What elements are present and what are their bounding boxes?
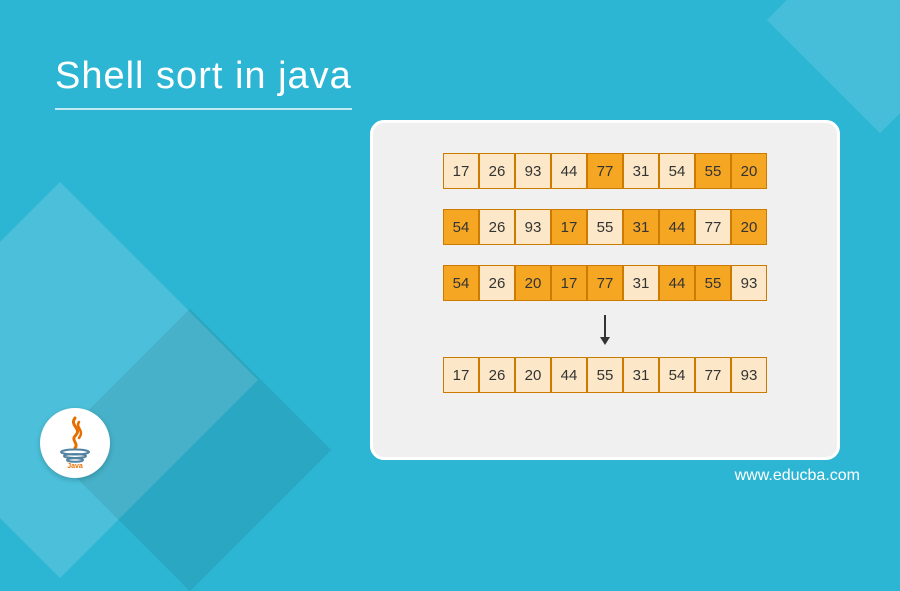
svg-text:Java: Java bbox=[67, 463, 83, 470]
array-cell: 26 bbox=[479, 209, 515, 245]
array-cell: 44 bbox=[551, 357, 587, 393]
array-cell: 77 bbox=[587, 153, 623, 189]
java-logo: Java bbox=[40, 408, 110, 478]
array-cell: 26 bbox=[479, 153, 515, 189]
array-cell: 55 bbox=[587, 209, 623, 245]
array-cell: 55 bbox=[695, 265, 731, 301]
array-cell: 54 bbox=[659, 357, 695, 393]
array-cell: 31 bbox=[623, 265, 659, 301]
array-row-1: 172693447731545520 bbox=[443, 153, 767, 189]
array-cell: 54 bbox=[443, 209, 479, 245]
array-cell: 93 bbox=[515, 209, 551, 245]
array-row-4: 172620445531547793 bbox=[443, 357, 767, 393]
domain-text: www.educba.com bbox=[735, 467, 860, 485]
array-cell: 20 bbox=[515, 265, 551, 301]
array-cell: 31 bbox=[623, 357, 659, 393]
page-title: Shell sort in java bbox=[55, 55, 352, 110]
array-cell: 93 bbox=[515, 153, 551, 189]
array-cell: 93 bbox=[731, 357, 767, 393]
diagram-panel: 172693447731545520 542693175531447720 54… bbox=[370, 120, 840, 460]
array-cell: 44 bbox=[659, 265, 695, 301]
array-cell: 17 bbox=[443, 357, 479, 393]
array-cell: 77 bbox=[695, 209, 731, 245]
array-cell: 93 bbox=[731, 265, 767, 301]
array-cell: 44 bbox=[551, 153, 587, 189]
array-row-2: 542693175531447720 bbox=[443, 209, 767, 245]
array-cell: 20 bbox=[731, 209, 767, 245]
array-row-3: 542620177731445593 bbox=[443, 265, 767, 301]
array-cell: 31 bbox=[623, 153, 659, 189]
array-cell: 54 bbox=[659, 153, 695, 189]
array-cell: 17 bbox=[443, 153, 479, 189]
java-icon: Java bbox=[53, 416, 97, 470]
array-cell: 77 bbox=[587, 265, 623, 301]
array-cell: 44 bbox=[659, 209, 695, 245]
array-cell: 55 bbox=[695, 153, 731, 189]
bg-diamond-corner bbox=[767, 0, 900, 133]
array-cell: 26 bbox=[479, 265, 515, 301]
arrow-down-icon bbox=[604, 315, 606, 343]
array-cell: 26 bbox=[479, 357, 515, 393]
array-cell: 77 bbox=[695, 357, 731, 393]
array-cell: 54 bbox=[443, 265, 479, 301]
array-cell: 55 bbox=[587, 357, 623, 393]
array-cell: 31 bbox=[623, 209, 659, 245]
array-cell: 20 bbox=[731, 153, 767, 189]
array-cell: 17 bbox=[551, 209, 587, 245]
array-cell: 20 bbox=[515, 357, 551, 393]
array-cell: 17 bbox=[551, 265, 587, 301]
